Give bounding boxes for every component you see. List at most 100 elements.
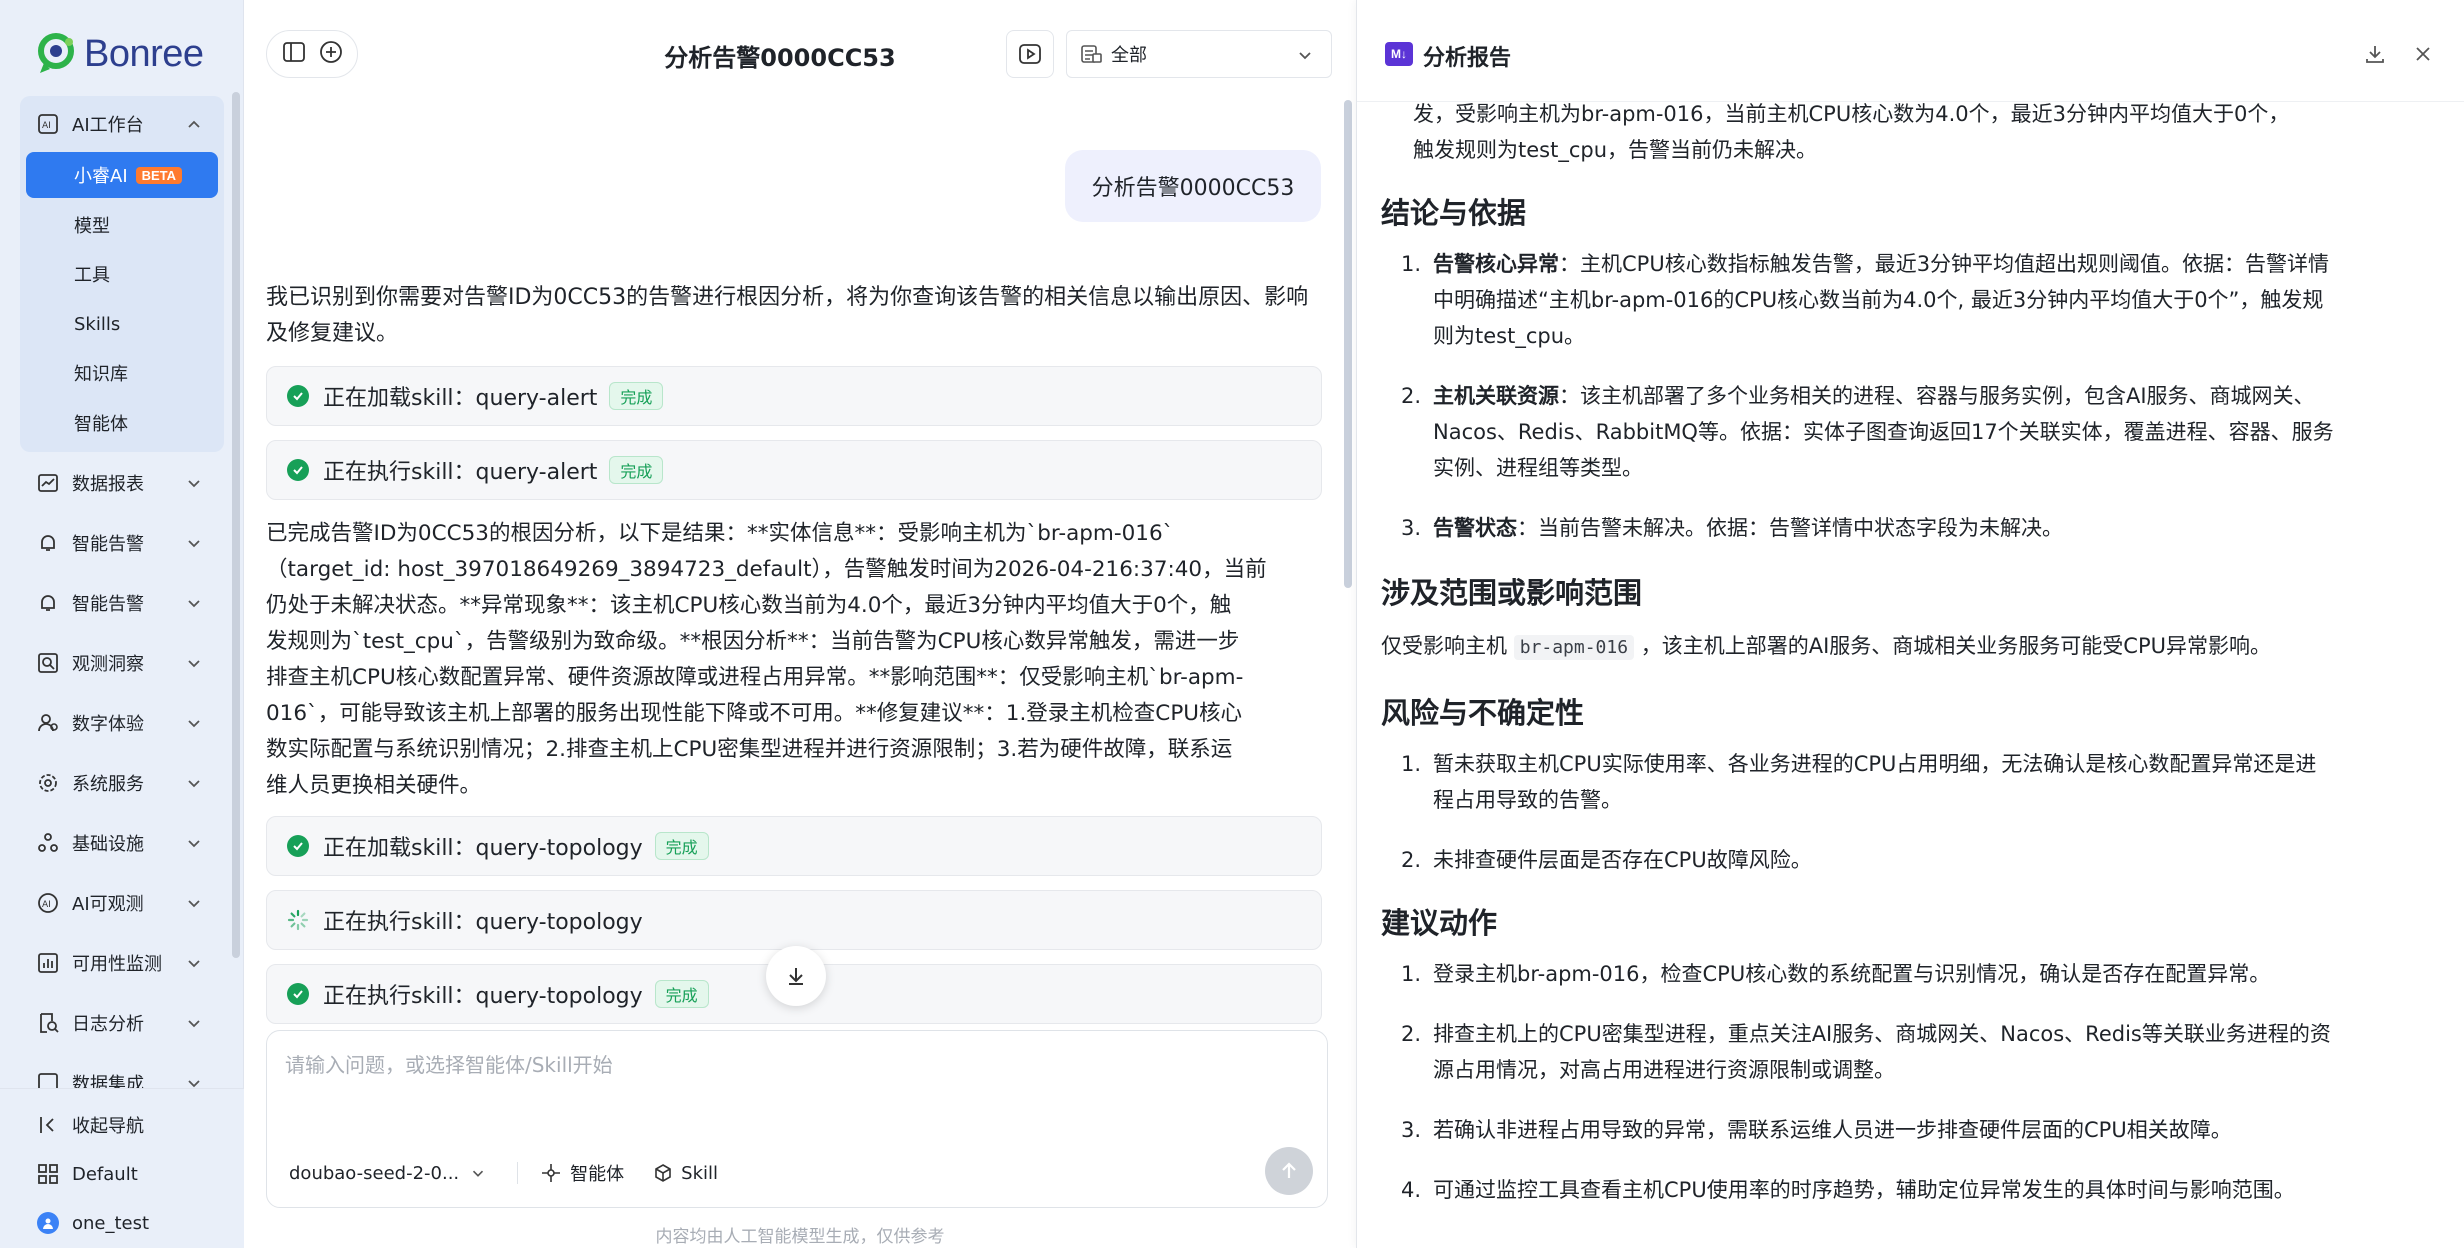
skill-status-text: 正在加载skill：query-alert (323, 386, 598, 411)
nav-infrastructure[interactable]: 基础设施 (0, 819, 224, 867)
section-heading: 涉及范围或影响范围 (1381, 576, 1643, 610)
svg-text:AI: AI (42, 121, 51, 131)
list-item: 2. 排查主机上的CPU密集型进程，重点关注AI服务、商城网关、Nacos、Re… (1401, 1016, 2441, 1088)
replay-button[interactable] (1006, 30, 1054, 78)
list-item-text: 则为test_cpu。 (1433, 324, 1586, 348)
sidebar-item-tools[interactable]: 工具 (26, 251, 218, 297)
list-item-text: ：当前告警未解决。依据：告警详情中状态字段为未解决。 (1517, 516, 2063, 540)
sidebar: Bonree AI AI工作台 小睿AI BETA 模型 工具 Skills 知… (0, 0, 244, 1248)
nav-log-analysis[interactable]: 日志分析 (0, 999, 224, 1047)
toggle-sidebar-icon[interactable] (281, 39, 307, 69)
divider (517, 1162, 519, 1184)
assistant-intro: 我已识别到你需要对告警ID为0CC53的告警进行根因分析，将为你查询该告警的相关… (266, 285, 1309, 346)
sidebar-item-label: 知识库 (74, 364, 128, 385)
list-number: 2. (1401, 848, 1422, 872)
chat-panel: 分析告警0000CC53 全部 分析告警0000CC53 我已识别到你需要对告警… (244, 0, 1356, 1248)
chat-header: 分析告警0000CC53 全部 (244, 0, 1356, 110)
chat-scrollbar[interactable] (1344, 100, 1352, 588)
header-button-group (266, 30, 358, 78)
sidebar-item-label: Skills (74, 313, 121, 335)
sidebar-item-knowledge[interactable]: 知识库 (26, 350, 218, 396)
list-item-text: 登录主机br-apm-016，检查CPU核心数的系统配置与识别情况，确认是否存在… (1433, 962, 2271, 986)
section-heading: 结论与依据 (1381, 196, 1527, 230)
arrow-up-icon (1282, 1162, 1296, 1178)
sidebar-item-agents[interactable]: 智能体 (26, 400, 218, 446)
nav-data-reports[interactable]: 数据报表 (0, 459, 224, 507)
chevron-up-icon (188, 120, 200, 128)
download-icon[interactable] (2361, 40, 2389, 68)
inline-code: br-apm-016 (1513, 635, 1635, 660)
list-item: 4. 可通过监控工具查看主机CPU使用率的时序趋势，辅助定位异常发生的具体时间与… (1401, 1172, 2441, 1208)
nav-label: 日志分析 (72, 1014, 144, 1035)
sidebar-item-xiaorui-ai[interactable]: 小睿AI BETA (26, 152, 218, 198)
status-badge: 完成 (609, 456, 664, 484)
scroll-to-bottom-button[interactable] (766, 946, 826, 1006)
sidebar-item-skills[interactable]: Skills (26, 301, 218, 347)
section-heading: 建议动作 (1381, 906, 1498, 940)
model-select[interactable]: doubao-seed-2-0... (289, 1163, 495, 1184)
list-item: 1. 登录主机br-apm-016，检查CPU核心数的系统配置与识别情况，确认是… (1401, 956, 2441, 992)
chevron-down-icon (188, 540, 200, 548)
nav-label: 数字体验 (72, 714, 144, 735)
list-item: 2. 未排查硬件层面是否存在CPU故障风险。 (1401, 842, 2441, 878)
nav-label: 基础设施 (72, 834, 144, 855)
list-number: 4. (1401, 1178, 1422, 1202)
skill-status-row[interactable]: 正在执行skill：query-alert 完成 (266, 440, 1322, 500)
nav-digital-experience[interactable]: 数字体验 (0, 699, 224, 747)
skill-button-label: Skill (681, 1162, 719, 1184)
scope-paragraph: 仅受影响主机 br-apm-016 ，该主机上部署的AI服务、商城相关业务服务可… (1381, 628, 2441, 666)
chevron-down-icon (1299, 52, 1311, 60)
nav-ai-workbench[interactable]: AI AI工作台 (0, 100, 224, 148)
result-line: 发规则为`test_cpu`，告警级别为致命级。**根因分析**：当前告警为CP… (266, 629, 1240, 654)
report-header: M↓ 分析报告 (1357, 0, 2464, 102)
check-circle-icon (287, 835, 309, 857)
nav-smart-alert-1[interactable]: 智能告警 (0, 519, 224, 567)
arrow-down-icon (789, 968, 803, 985)
agent-button[interactable]: 智能体 (540, 1160, 624, 1186)
list-item-text: ：主机CPU核心数指标触发告警，最近3分钟平均值超出规则阈值。依据：告警详情 (1559, 252, 2330, 276)
skill-status-row[interactable]: 正在加载skill：query-alert 完成 (266, 366, 1322, 426)
nav-label: AI可观测 (72, 894, 144, 915)
scope-select[interactable]: 全部 (1066, 30, 1332, 78)
list-number: 1. (1401, 252, 1422, 276)
result-line: 维人员更换相关硬件。 (266, 773, 482, 798)
nav-ai-workbench-label: AI工作台 (72, 115, 144, 136)
chevron-down-icon (188, 600, 200, 608)
close-icon[interactable] (2409, 40, 2437, 68)
collapse-icon (36, 1113, 60, 1137)
new-chat-icon[interactable] (318, 39, 344, 69)
nav-system-services[interactable]: 系统服务 (0, 759, 224, 807)
workspace-switcher[interactable]: Default (0, 1150, 224, 1198)
nav-availability[interactable]: 可用性监测 (0, 939, 224, 987)
workspace-label: Default (72, 1163, 138, 1185)
infrastructure-icon (36, 831, 60, 855)
nav-observe-insight[interactable]: 观测洞察 (0, 639, 224, 687)
scope-select-value: 全部 (1111, 45, 1147, 66)
brand-logo[interactable]: Bonree (36, 28, 204, 80)
list-number: 2. (1401, 1022, 1422, 1046)
skill-status-row[interactable]: 正在加载skill：query-topology 完成 (266, 816, 1322, 876)
sidebar-item-label: 小睿AI (74, 166, 128, 187)
result-line: 仍处于未解决状态。**异常现象**：该主机CPU核心数当前为4.0个，最近3分钟… (266, 593, 1232, 618)
nav-smart-alert-2[interactable]: 智能告警 (0, 579, 224, 627)
skill-status-row[interactable]: 正在执行skill：query-topology (266, 890, 1322, 950)
bonree-logo-icon (36, 31, 82, 77)
chat-input[interactable] (285, 1049, 1305, 1109)
user-menu[interactable]: one_test (0, 1199, 224, 1247)
send-button[interactable] (1265, 1147, 1313, 1195)
skill-button[interactable]: Skill (653, 1163, 718, 1184)
chevron-down-icon (473, 1170, 484, 1177)
chevron-down-icon (188, 1020, 200, 1028)
sidebar-scrollbar[interactable] (232, 92, 240, 958)
sidebar-item-models[interactable]: 模型 (26, 202, 218, 248)
list-item-title: 主机关联资源 (1433, 384, 1559, 408)
chevron-down-icon (188, 480, 200, 488)
loading-spinner-icon (287, 909, 309, 931)
gear-icon (36, 771, 60, 795)
result-line: 排查主机CPU核心数配置异常、硬件资源故障或进程占用异常。**影响范围**：仅受… (266, 665, 1244, 690)
collapse-nav-button[interactable]: 收起导航 (0, 1101, 224, 1149)
ai-observe-icon: AI (36, 891, 60, 915)
nav-ai-observability[interactable]: AI AI可观测 (0, 879, 224, 927)
list-item-text: ：该主机部署了多个业务相关的进程、容器与服务实例，包含AI服务、商城网关、 (1559, 384, 2315, 408)
avatar (37, 1212, 59, 1234)
